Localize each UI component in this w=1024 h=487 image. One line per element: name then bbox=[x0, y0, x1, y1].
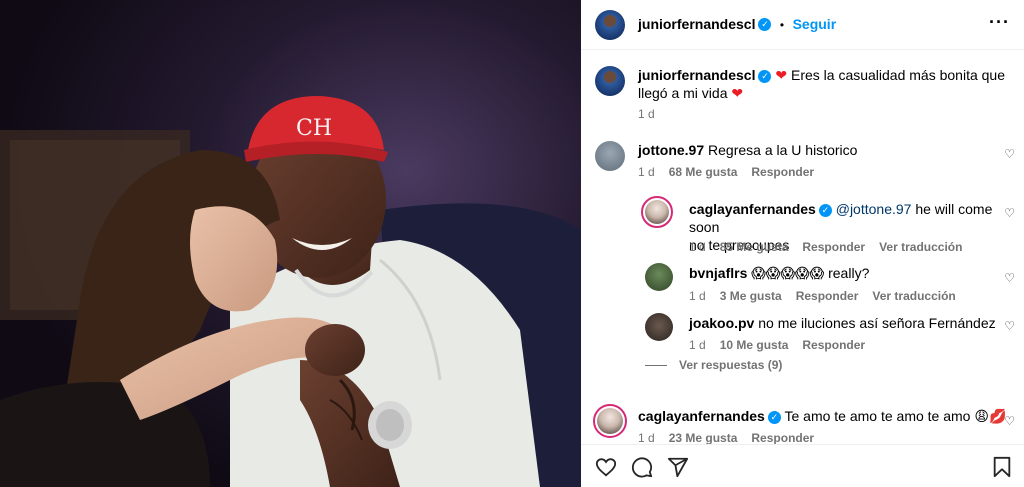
reply-button[interactable]: Responder bbox=[751, 431, 814, 445]
verified-icon: ✓ bbox=[758, 69, 772, 83]
more-icon[interactable]: ··· bbox=[989, 12, 1010, 33]
post-sidebar: juniorfernandescl ✓ • Seguir ··· juniorfe… bbox=[581, 0, 1024, 487]
comment-text: Regresa a la U historico bbox=[708, 142, 858, 158]
reply-username[interactable]: caglayanfernandes bbox=[689, 201, 816, 217]
reply-meta: 1 d 10 Me gusta Responder bbox=[689, 338, 879, 352]
comment-likes[interactable]: 23 Me gusta bbox=[669, 431, 738, 445]
reply-button[interactable]: Responder bbox=[802, 338, 865, 352]
comment-avatar[interactable] bbox=[593, 404, 627, 438]
reply-avatar[interactable] bbox=[641, 196, 673, 228]
caption-avatar[interactable] bbox=[595, 66, 625, 96]
reply-avatar[interactable] bbox=[645, 313, 673, 341]
post-photo: CH bbox=[0, 0, 581, 487]
comment-likes[interactable]: 68 Me gusta bbox=[669, 165, 738, 179]
like-comment-icon[interactable]: ♡ bbox=[1004, 271, 1015, 285]
author-avatar[interactable] bbox=[595, 10, 625, 40]
svg-text:CH: CH bbox=[296, 116, 332, 141]
translate-button[interactable]: Ver traducción bbox=[872, 289, 955, 303]
comment-time[interactable]: 1 d bbox=[638, 431, 655, 445]
like-comment-icon[interactable]: ♡ bbox=[1004, 147, 1015, 161]
reply-time[interactable]: 1 d bbox=[689, 240, 706, 254]
reply-likes[interactable]: 3 Me gusta bbox=[720, 289, 782, 303]
verified-icon: ✓ bbox=[758, 18, 772, 32]
reply-username[interactable]: joakoo.pv bbox=[689, 315, 754, 331]
reply-meta: 1 d 3 Me gusta Responder Ver traducción bbox=[689, 289, 970, 303]
reply-likes[interactable]: 85 Me gusta bbox=[720, 240, 789, 254]
comment-icon[interactable] bbox=[631, 456, 653, 478]
translate-button[interactable]: Ver traducción bbox=[879, 240, 962, 254]
share-icon[interactable] bbox=[667, 456, 689, 478]
bookmark-icon[interactable] bbox=[992, 456, 1012, 478]
comment-text: Te amo te amo te amo te amo 😩💋 bbox=[784, 408, 1007, 424]
like-comment-icon[interactable]: ♡ bbox=[1004, 206, 1015, 220]
mention-link[interactable]: @jottone.97 bbox=[836, 201, 912, 217]
like-comment-icon[interactable]: ♡ bbox=[1004, 319, 1015, 333]
reply-avatar[interactable] bbox=[645, 263, 673, 291]
reply-username[interactable]: bvnjaflrs bbox=[689, 265, 747, 281]
comment-avatar[interactable] bbox=[595, 141, 625, 171]
heart-emoji: ❤ bbox=[775, 67, 788, 83]
photo-illustration: CH bbox=[0, 0, 581, 487]
action-bar bbox=[581, 444, 1024, 487]
follow-button[interactable]: Seguir bbox=[793, 16, 837, 32]
post-header: juniorfernandescl ✓ • Seguir ··· bbox=[581, 0, 1024, 50]
comment: caglayanfernandes ✓ Te amo te amo te amo … bbox=[638, 407, 1008, 425]
reply-button[interactable]: Responder bbox=[802, 240, 865, 254]
comment-meta: 1 d 23 Me gusta Responder bbox=[638, 431, 828, 445]
view-replies-line bbox=[645, 365, 667, 366]
reply: joakoo.pv no me iluciones así señora Fer… bbox=[689, 314, 999, 332]
reply-text: 😱😱😱😱😱 really? bbox=[751, 265, 870, 281]
caption: juniorfernandescl ✓ ❤ Eres la casualidad … bbox=[638, 66, 1008, 102]
reply-likes[interactable]: 10 Me gusta bbox=[720, 338, 789, 352]
comment: jottone.97 Regresa a la U historico bbox=[638, 141, 998, 159]
comment-time[interactable]: 1 d bbox=[638, 165, 655, 179]
author-username[interactable]: juniorfernandescl bbox=[638, 16, 755, 32]
verified-icon: ✓ bbox=[767, 410, 781, 424]
reply-time[interactable]: 1 d bbox=[689, 338, 706, 352]
reply-meta: 1 d 85 Me gusta Responder Ver traducción bbox=[689, 240, 976, 254]
reply: bvnjaflrs 😱😱😱😱😱 really? bbox=[689, 264, 999, 282]
caption-time: 1 d bbox=[638, 107, 655, 121]
like-comment-icon[interactable]: ♡ bbox=[1004, 414, 1015, 428]
separator-dot: • bbox=[779, 18, 785, 32]
comment-username[interactable]: jottone.97 bbox=[638, 142, 704, 158]
heart-icon[interactable] bbox=[595, 456, 617, 478]
reply-button[interactable]: Responder bbox=[796, 289, 859, 303]
verified-icon: ✓ bbox=[818, 203, 832, 217]
reply-button[interactable]: Responder bbox=[751, 165, 814, 179]
heart-emoji: ❤ bbox=[731, 85, 744, 101]
reply-time[interactable]: 1 d bbox=[689, 289, 706, 303]
reply-text: no me iluciones así señora Fernández bbox=[758, 315, 996, 331]
comment-username[interactable]: caglayanfernandes bbox=[638, 408, 765, 424]
view-replies-button[interactable]: Ver respuestas (9) bbox=[679, 358, 782, 372]
caption-username[interactable]: juniorfernandescl bbox=[638, 67, 755, 83]
comment-meta: 1 d 68 Me gusta Responder bbox=[638, 165, 828, 179]
